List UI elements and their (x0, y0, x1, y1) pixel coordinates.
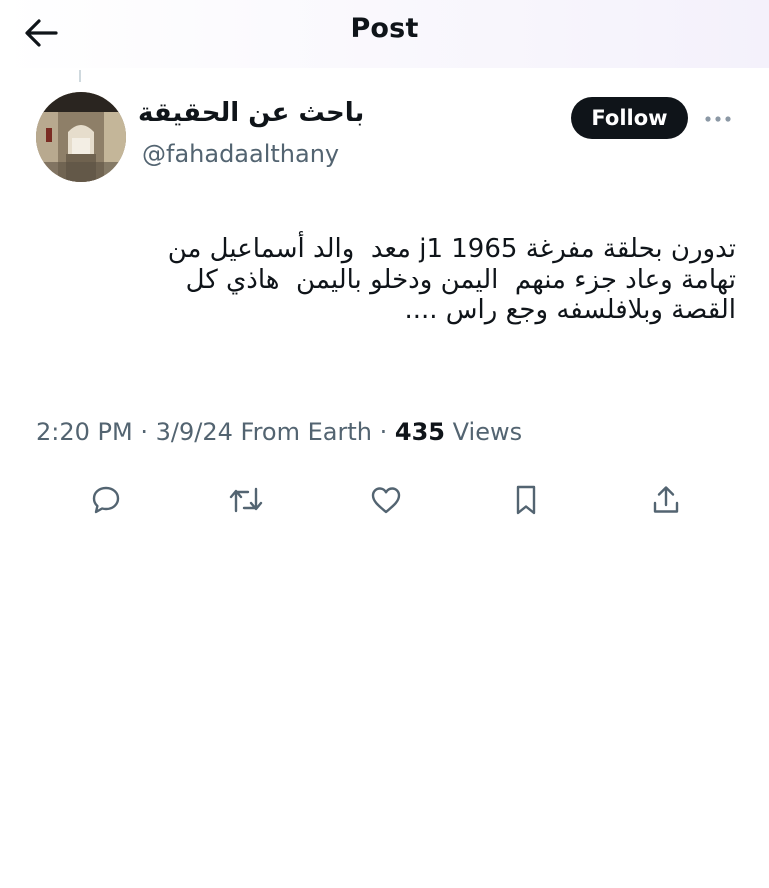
tweet-text-line: القصة وبلافلسفه وجع راس .... (404, 295, 736, 326)
avatar[interactable] (36, 92, 126, 182)
tweet-text: تدورن بحلقة مفرغة 1965 j1 معد والد أسماع… (30, 234, 736, 326)
like-button[interactable] (364, 478, 408, 522)
reply-button[interactable] (84, 478, 128, 522)
bookmark-icon (516, 485, 536, 515)
comment-icon (92, 486, 120, 514)
tweet-meta: 2:20 PM · 3/9/24 From Earth · 435 Views (36, 418, 522, 446)
repost-button[interactable] (224, 478, 268, 522)
post-page: Post باحث عن الحقيقة @fahadaalthany Foll… (0, 0, 769, 888)
tweet-date[interactable]: 3/9/24 (156, 418, 233, 446)
meta-separator: · (379, 418, 388, 446)
more-horizontal-icon (705, 116, 731, 122)
tweet-time[interactable]: 2:20 PM (36, 418, 133, 446)
page-title: Post (350, 13, 419, 44)
header-bar: Post (0, 0, 769, 68)
tweet-source: From Earth (240, 418, 372, 446)
meta-separator: · (140, 418, 148, 446)
author-display-name[interactable]: باحث عن الحقيقة (138, 98, 364, 128)
tweet-text-line: تدورن بحلقة مفرغة 1965 j1 معد والد أسماع… (167, 234, 736, 264)
follow-button[interactable]: Follow (571, 97, 688, 139)
tweet-text-line: تهامة وعاد جزء منهم اليمن ودخلو باليمن ه… (185, 264, 736, 295)
author-handle[interactable]: @fahadaalthany (142, 140, 339, 168)
views-label[interactable]: Views (453, 418, 522, 446)
action-bar (84, 478, 696, 522)
repost-icon (229, 487, 263, 513)
thread-line (79, 70, 81, 82)
more-options-button[interactable] (700, 104, 736, 134)
bookmark-button[interactable] (504, 478, 548, 522)
share-button[interactable] (644, 478, 688, 522)
heart-icon (371, 487, 401, 514)
avatar-image (36, 92, 126, 182)
views-count[interactable]: 435 (395, 418, 445, 446)
share-icon (653, 486, 679, 513)
